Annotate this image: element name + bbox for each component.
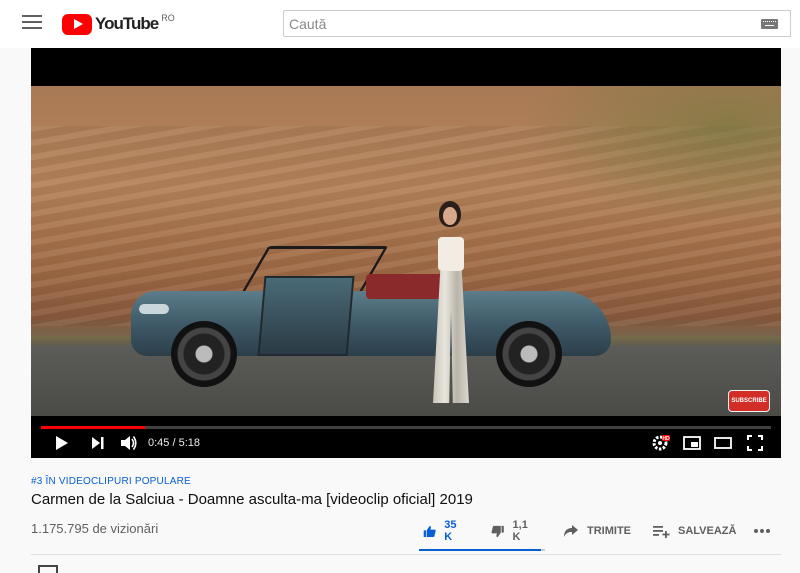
more-options-icon[interactable]	[753, 516, 771, 546]
share-label: TRIMITE	[587, 525, 631, 537]
hamburger-menu-icon[interactable]	[22, 15, 42, 31]
share-arrow-icon	[564, 525, 578, 537]
svg-text:HD: HD	[662, 436, 670, 442]
like-dislike-ratio-bar	[419, 549, 545, 551]
skip-next-icon[interactable]	[87, 432, 109, 454]
car-headlight	[139, 304, 169, 314]
singer-figure	[431, 201, 471, 411]
search-box	[283, 10, 791, 37]
section-divider	[31, 554, 781, 555]
playlist-add-icon	[653, 526, 670, 538]
save-label: SALVEAZĂ	[678, 525, 737, 537]
time-display: 0:45 / 5:18	[148, 437, 200, 449]
fullscreen-icon[interactable]	[744, 432, 766, 454]
car-door	[257, 276, 355, 356]
volume-icon[interactable]	[117, 432, 141, 454]
progress-played	[41, 426, 145, 429]
keyboard-icon[interactable]	[761, 19, 778, 29]
convertible-car	[131, 236, 611, 387]
channel-avatar-icon	[38, 565, 58, 573]
thumbs-down-icon	[491, 525, 504, 537]
dislike-count: 1,1 K	[512, 519, 528, 543]
video-frame[interactable]	[31, 86, 781, 416]
search-input[interactable]	[284, 11, 754, 36]
youtube-play-logo-icon	[62, 13, 92, 35]
time-current: 0:45	[148, 437, 170, 449]
trending-hashtag-link[interactable]: #3 ÎN VIDEOCLIPURI POPULARE	[31, 476, 191, 487]
theater-mode-icon[interactable]	[712, 432, 734, 454]
like-count: 35 K	[444, 519, 457, 543]
thumbs-up-icon	[423, 525, 436, 537]
dislike-button[interactable]: 1,1 K	[491, 516, 532, 546]
vegetation	[521, 86, 781, 226]
subscribe-watermark[interactable]: SUBSCRIBE	[728, 390, 770, 412]
save-button[interactable]: SALVEAZĂ	[652, 516, 736, 546]
view-count: 1.175.795 de vizionări	[31, 521, 159, 536]
like-button[interactable]: 35 K	[423, 516, 461, 546]
car-rear-wheel	[496, 321, 562, 387]
masthead: YouTube RO	[0, 0, 800, 48]
logo-text: YouTube	[95, 14, 159, 33]
miniplayer-icon[interactable]	[681, 432, 703, 454]
youtube-logo[interactable]: YouTube RO	[62, 13, 175, 35]
time-separator: /	[169, 437, 179, 449]
progress-bar[interactable]	[41, 426, 771, 429]
player-controls: 0:45 / 5:18 HD	[31, 432, 781, 458]
singer-pants	[433, 271, 469, 403]
like-ratio-fill	[419, 549, 542, 551]
country-code: RO	[161, 13, 175, 23]
singer-face	[443, 207, 457, 225]
singer-top	[438, 237, 464, 271]
play-icon[interactable]	[51, 432, 73, 454]
video-title: Carmen de la Salciua - Doamne asculta-ma…	[31, 491, 473, 508]
time-total: 5:18	[178, 437, 201, 449]
settings-hd-icon[interactable]: HD	[650, 432, 672, 454]
car-front-wheel	[171, 321, 237, 387]
video-player[interactable]: SUBSCRIBE 0:45 / 5:18 HD	[31, 48, 781, 458]
share-button[interactable]: TRIMITE	[563, 516, 631, 546]
